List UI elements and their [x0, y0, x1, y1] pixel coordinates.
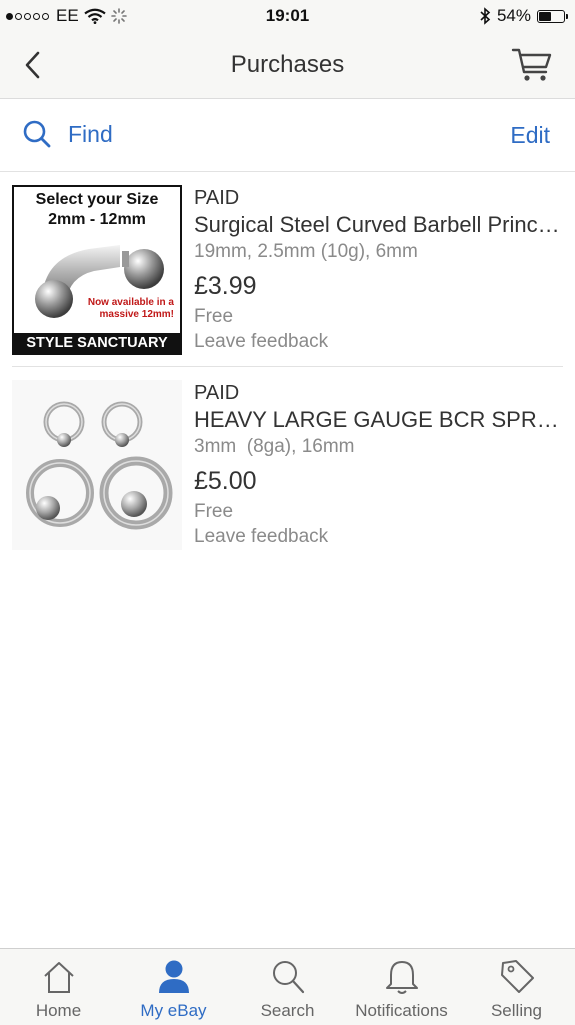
find-label: Find — [68, 120, 113, 147]
tab-my-ebay[interactable]: My eBay — [116, 949, 231, 1025]
item-info: PAID Surgical Steel Curved Barbell Princ… — [194, 185, 562, 354]
tab-search[interactable]: Search — [230, 949, 345, 1025]
tab-label: My eBay — [140, 1001, 207, 1020]
tab-label: Home — [35, 1001, 82, 1020]
leave-feedback-link[interactable]: Leave feedback — [194, 524, 562, 549]
tab-label: Search — [260, 1001, 315, 1020]
tab-bar: Home My eBay Search Notifications Sellin… — [0, 948, 575, 1025]
find-button[interactable]: Find — [22, 119, 113, 149]
bcr-rings-image — [26, 401, 173, 530]
cart-icon[interactable] — [511, 45, 553, 85]
tab-home[interactable]: Home — [1, 949, 116, 1025]
thumbnail-brand: STYLE SANCTUARY — [14, 333, 180, 353]
status-bar-right: 54% — [479, 6, 568, 26]
tag-icon — [500, 960, 534, 993]
tab-label: Notifications — [355, 1001, 448, 1020]
item-thumbnail[interactable]: Select your Size 2mm - 12mm Now availabl… — [12, 185, 182, 355]
item-variant: 19mm, 2.5mm (10g), 6mm — [194, 241, 418, 262]
battery-icon — [537, 9, 568, 23]
thumbnail-note: Now available in a massive 12mm! — [87, 297, 174, 320]
item-price: £5.00 — [194, 467, 257, 495]
search-icon — [23, 120, 51, 148]
toolbar: Find Edit — [0, 99, 575, 172]
list-item[interactable]: Select your Size 2mm - 12mm Now availabl… — [0, 172, 575, 367]
page-title: Purchases — [230, 51, 345, 78]
item-thumbnail[interactable] — [12, 380, 182, 550]
bell-icon — [385, 961, 418, 994]
item-shipping: Free — [194, 501, 234, 522]
navigation-bar: Purchases — [0, 32, 575, 99]
item-title[interactable]: HEAVY LARGE GAUGE BCR SPRING CLICKER RIN… — [194, 406, 562, 434]
list-item[interactable]: PAID HEAVY LARGE GAUGE BCR SPRING CLICKE… — [0, 367, 575, 562]
item-price: £3.99 — [194, 272, 257, 300]
tab-notifications[interactable]: Notifications — [344, 949, 459, 1025]
home-icon — [43, 962, 74, 993]
item-shipping: Free — [194, 306, 234, 327]
edit-button[interactable]: Edit — [510, 122, 550, 149]
tab-label: Selling — [490, 1001, 543, 1020]
curved-barbell-image — [35, 245, 164, 318]
search-icon — [272, 961, 304, 994]
item-info: PAID HEAVY LARGE GAUGE BCR SPRING CLICKE… — [194, 380, 562, 549]
tab-selling[interactable]: Selling — [459, 949, 574, 1025]
leave-feedback-link[interactable]: Leave feedback — [194, 329, 562, 354]
item-status: PAID — [194, 187, 240, 209]
battery-percent: 54% — [496, 6, 531, 25]
item-variant: 3mm (8ga), 16mm — [194, 436, 355, 457]
status-bar: EE 19:01 54% — [0, 0, 575, 32]
item-status: PAID — [194, 382, 240, 404]
bluetooth-icon — [480, 7, 491, 25]
person-icon — [158, 960, 189, 993]
battery-level — [539, 11, 551, 21]
item-title[interactable]: Surgical Steel Curved Barbell Prince Alb… — [194, 211, 562, 239]
